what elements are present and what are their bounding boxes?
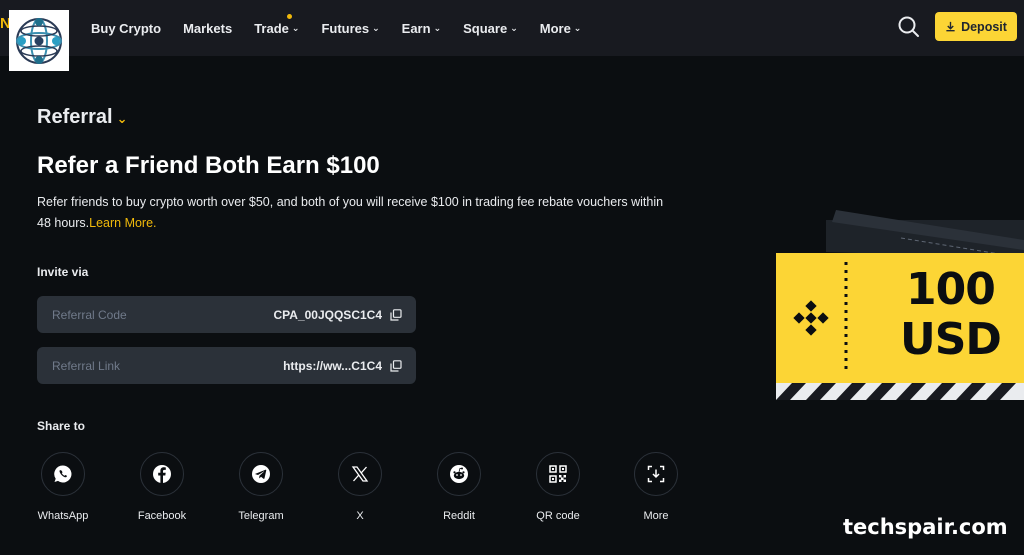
- top-nav-bar: N Buy Crypto Markets Trade ⌄ Futures ⌄ Ear…: [0, 0, 1024, 56]
- share-label: Facebook: [137, 510, 187, 522]
- referral-dropdown-label: Referral: [37, 106, 113, 128]
- nav-label: More: [539, 20, 571, 36]
- referral-link-field: Referral Link https://ww...C1C4: [37, 347, 416, 384]
- chevron-down-icon: ⌄: [510, 22, 518, 33]
- x-icon: [351, 466, 369, 482]
- nav-buy-crypto[interactable]: Buy Crypto: [91, 21, 161, 36]
- nav-markets[interactable]: Markets: [183, 21, 232, 36]
- globe-logo-icon: [16, 17, 62, 64]
- share-reddit[interactable]: Reddit: [424, 452, 494, 522]
- share-more[interactable]: More: [621, 452, 691, 522]
- referral-link-label: Referral Link: [52, 358, 121, 373]
- chevron-down-icon: ⌄: [116, 111, 128, 126]
- chevron-down-icon: ⌄: [291, 22, 300, 33]
- share-more-button[interactable]: [634, 452, 678, 496]
- share-label: X: [356, 510, 364, 522]
- share-reddit-button[interactable]: [437, 452, 481, 496]
- nav-label: Trade: [254, 20, 289, 36]
- search-icon[interactable]: [896, 14, 922, 40]
- nav-square[interactable]: Square ⌄: [463, 21, 518, 36]
- share-whatsapp-button[interactable]: [41, 452, 85, 496]
- share-label: Reddit: [443, 510, 475, 522]
- voucher-currency: USD: [900, 314, 1002, 365]
- referral-link-value: https://ww...C1C4: [283, 358, 382, 373]
- nav-futures[interactable]: Futures ⌄: [321, 21, 379, 36]
- share-label: Telegram: [238, 510, 284, 522]
- share-to-label: Share to: [37, 419, 86, 433]
- referral-code-label: Referral Code: [52, 307, 127, 322]
- referral-description: Refer friends to buy crypto worth over $…: [37, 192, 677, 234]
- brand-logo-edge: N: [0, 15, 9, 32]
- chevron-down-icon: ⌄: [433, 22, 442, 33]
- reddit-icon: [450, 465, 468, 483]
- share-facebook-button[interactable]: [140, 452, 184, 496]
- referral-section-dropdown[interactable]: Referral ⌄: [37, 106, 128, 129]
- site-logo[interactable]: [9, 10, 69, 71]
- share-telegram[interactable]: Telegram: [226, 452, 296, 522]
- notification-dot: [287, 13, 293, 19]
- nav-label: Earn: [401, 20, 431, 36]
- invite-via-label: Invite via: [37, 265, 89, 279]
- share-facebook[interactable]: Facebook: [127, 452, 197, 522]
- qr-code-icon: [549, 465, 567, 483]
- referral-code-value-wrap: CPA_00JQQSC1C4: [274, 308, 403, 322]
- promo-voucher-graphic: 100 USD: [776, 210, 1024, 405]
- deposit-button[interactable]: Deposit: [935, 12, 1017, 41]
- copy-icon[interactable]: [390, 359, 402, 372]
- nav-earn[interactable]: Earn ⌄: [402, 21, 441, 36]
- facebook-icon: [153, 465, 171, 483]
- share-qr-code-button[interactable]: [536, 452, 580, 496]
- main-nav: Buy Crypto Markets Trade ⌄ Futures ⌄ Earn ⌄…: [91, 0, 603, 56]
- nav-trade[interactable]: Trade ⌄: [254, 13, 300, 36]
- nav-label: Buy Crypto: [91, 20, 162, 36]
- nav-more[interactable]: More ⌄: [540, 21, 582, 36]
- share-label: WhatsApp: [37, 510, 89, 522]
- whatsapp-icon: [54, 465, 72, 483]
- referral-link-value-wrap: https://ww...C1C4: [283, 359, 402, 373]
- referral-code-value: CPA_00JQQSC1C4: [273, 307, 383, 322]
- deposit-label: Deposit: [961, 19, 1007, 34]
- share-qr-code[interactable]: QR code: [523, 452, 593, 522]
- learn-more-link[interactable]: Learn More.: [89, 216, 156, 230]
- telegram-icon: [252, 465, 270, 483]
- share-label: More: [643, 510, 669, 522]
- copy-icon[interactable]: [390, 308, 402, 321]
- watermark-text: techspair.com: [843, 515, 1008, 539]
- download-icon: [946, 21, 955, 32]
- voucher-amount: 100: [906, 264, 996, 315]
- share-whatsapp[interactable]: WhatsApp: [28, 452, 98, 522]
- nav-label: Square: [463, 20, 508, 36]
- share-x[interactable]: X: [325, 452, 395, 522]
- chevron-down-icon: ⌄: [372, 22, 380, 33]
- referral-code-field: Referral Code CPA_00JQQSC1C4: [37, 296, 416, 333]
- chevron-down-icon: ⌄: [573, 22, 582, 33]
- share-telegram-button[interactable]: [239, 452, 283, 496]
- page-title: Refer a Friend Both Earn $100: [37, 152, 380, 179]
- more-share-icon: [647, 465, 665, 483]
- nav-label: Futures: [321, 20, 370, 36]
- nav-label: Markets: [183, 20, 233, 36]
- share-label: QR code: [536, 510, 580, 522]
- share-x-button[interactable]: [338, 452, 382, 496]
